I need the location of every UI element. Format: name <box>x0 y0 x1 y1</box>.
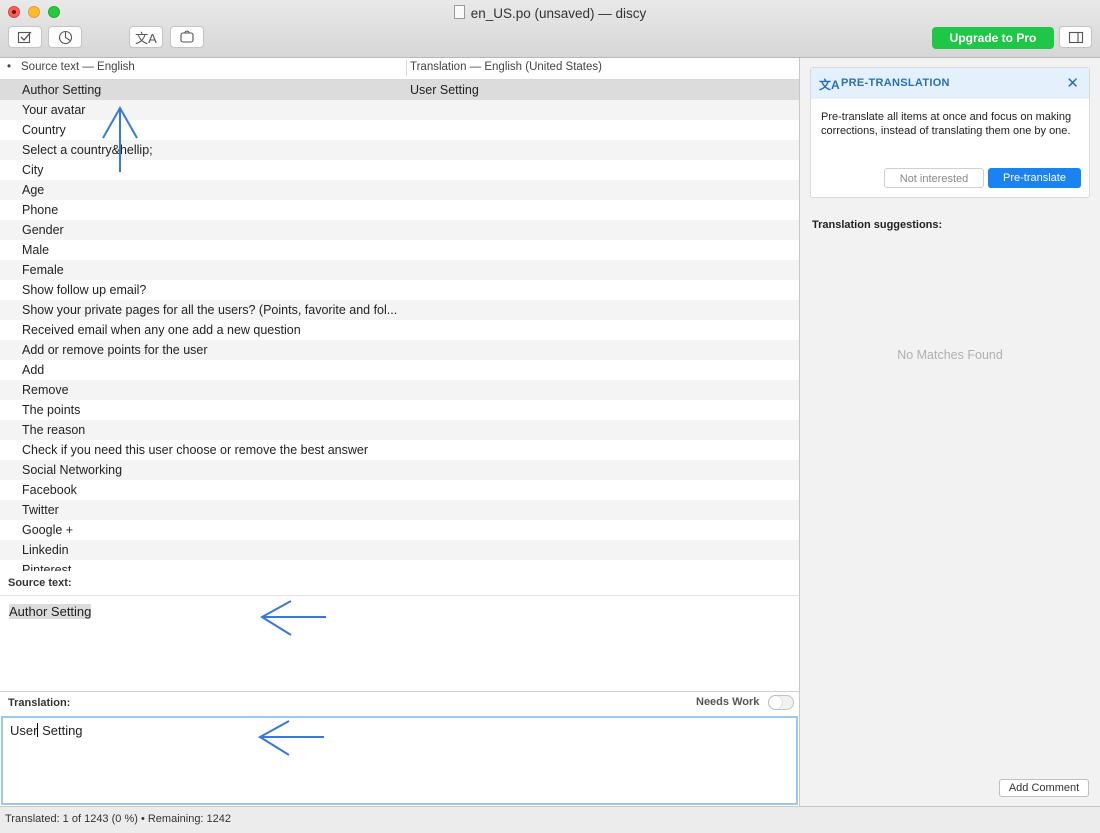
pretranslate-button[interactable]: Pre-translate <box>988 168 1081 188</box>
pretranslation-header: 文A PRE-TRANSLATION ✕ <box>811 68 1089 99</box>
table-row[interactable]: Social Networking <box>0 460 799 480</box>
needs-work-label: Needs Work <box>696 696 760 708</box>
translation-suggestions-label: Translation suggestions: <box>812 219 943 231</box>
translation-text: User Setting <box>10 723 83 738</box>
column-divider[interactable] <box>406 60 407 76</box>
add-comment-button[interactable]: Add Comment <box>999 779 1089 797</box>
source-cell: Add or remove points for the user <box>22 343 208 357</box>
source-cell: Remove <box>22 383 69 397</box>
table-row[interactable]: Linkedin <box>0 540 799 560</box>
pretranslate-icon: 文A <box>135 30 157 46</box>
table-row[interactable]: Add <box>0 360 799 380</box>
statistics-icon <box>58 30 72 44</box>
source-cell: Select a country&hellip; <box>22 143 153 157</box>
source-cell: Show your private pages for all the user… <box>22 303 398 317</box>
source-cell: Add <box>22 363 45 377</box>
validate-icon <box>17 31 32 44</box>
source-text-box: Author Setting <box>0 595 799 692</box>
upgrade-button[interactable]: Upgrade to Pro <box>932 27 1054 49</box>
table-row[interactable]: Gender <box>0 220 799 240</box>
sidebar: 文A PRE-TRANSLATION ✕ Pre-translate all i… <box>800 58 1100 806</box>
source-cell: City <box>22 163 44 177</box>
source-cell: Facebook <box>22 483 77 497</box>
source-cell: Gender <box>22 223 64 237</box>
window-title: en_US.po (unsaved) — discy <box>0 5 1100 21</box>
table-row[interactable]: Show your private pages for all the user… <box>0 300 799 320</box>
table-row[interactable]: Age <box>0 180 799 200</box>
source-cell: Check if you need this user choose or re… <box>22 443 369 457</box>
table-row[interactable]: Twitter <box>0 500 799 520</box>
source-cell: The reason <box>22 423 86 437</box>
pretranslate-toolbar-button[interactable]: 文A <box>129 26 163 48</box>
table-row[interactable]: Received email when any one add a new qu… <box>0 320 799 340</box>
source-cell: Age <box>22 183 45 197</box>
table-row[interactable]: Check if you need this user choose or re… <box>0 440 799 460</box>
table-header: • Source text — English Translation — En… <box>0 58 799 80</box>
source-cell: Country <box>22 123 66 137</box>
table-row[interactable]: Pinterest <box>0 560 799 571</box>
up-arrow-annotation <box>102 105 138 172</box>
source-cell: Twitter <box>22 503 59 517</box>
left-arrow-annotation-source <box>260 600 326 636</box>
needs-work-toggle[interactable] <box>768 695 794 710</box>
translation-label: Translation: <box>8 697 71 709</box>
source-cell: Author Setting <box>22 83 102 97</box>
toggle-knob <box>769 696 782 709</box>
source-cell: Google + <box>22 523 74 537</box>
table-row[interactable]: The reason <box>0 420 799 440</box>
table-row[interactable]: Author Setting User Setting <box>0 80 799 100</box>
close-icon[interactable]: ✕ <box>1066 74 1079 92</box>
source-cell: Social Networking <box>22 463 123 477</box>
statistics-button[interactable] <box>48 26 82 48</box>
source-cell: Pinterest <box>22 563 72 571</box>
source-cell: Phone <box>22 203 59 217</box>
left-arrow-annotation-translation <box>258 720 324 756</box>
table-row[interactable]: Show follow up email? <box>0 280 799 300</box>
code-button[interactable] <box>170 26 204 48</box>
translation-input[interactable]: User Setting <box>1 716 798 805</box>
table-row[interactable]: Remove <box>0 380 799 400</box>
source-column-header[interactable]: Source text — English <box>21 61 135 73</box>
table-row[interactable]: Google + <box>0 520 799 540</box>
translation-progress-text: Translated: 1 of 1243 (0 %) • Remaining:… <box>5 813 232 825</box>
source-cell: Show follow up email? <box>22 283 147 297</box>
pretranslation-card: 文A PRE-TRANSLATION ✕ Pre-translate all i… <box>810 67 1090 198</box>
table-row[interactable]: The points <box>0 400 799 420</box>
code-icon <box>180 30 194 43</box>
title-bar: en_US.po (unsaved) — discy 文A Upgrade to… <box>0 0 1100 58</box>
status-bar: Translated: 1 of 1243 (0 %) • Remaining:… <box>0 806 1100 833</box>
header-dot: • <box>7 61 12 73</box>
table-row[interactable]: Male <box>0 240 799 260</box>
source-cell: Received email when any one add a new qu… <box>22 323 301 337</box>
source-cell: Your avatar <box>22 103 86 117</box>
sidebar-toggle-button[interactable] <box>1059 26 1092 48</box>
validate-button[interactable] <box>8 26 42 48</box>
table-row[interactable]: Female <box>0 260 799 280</box>
window-title-text: en_US.po (unsaved) — discy <box>470 6 647 21</box>
source-text-value: Author Setting <box>9 604 92 619</box>
source-cell: Male <box>22 243 50 257</box>
translation-column-header[interactable]: Translation — English (United States) <box>410 61 602 73</box>
translation-cell: User Setting <box>410 83 479 97</box>
table-row[interactable]: Phone <box>0 200 799 220</box>
translation-text-before-caret: User <box>10 723 38 738</box>
not-interested-button[interactable]: Not interested <box>884 168 984 188</box>
table-row[interactable]: Facebook <box>0 480 799 500</box>
document-icon <box>453 5 465 19</box>
source-cell: The points <box>22 403 81 417</box>
source-cell: Female <box>22 263 64 277</box>
translation-text-after-caret: Setting <box>38 723 83 738</box>
translate-icon: 文A <box>819 78 840 92</box>
source-cell: Linkedin <box>22 543 69 557</box>
pretranslation-description: Pre-translate all items at once and focu… <box>821 111 1072 137</box>
pretranslation-title: PRE-TRANSLATION <box>841 77 950 89</box>
sidebar-toggle-icon <box>1068 31 1083 43</box>
no-matches-text: No Matches Found <box>897 348 1003 362</box>
table-row[interactable]: Add or remove points for the user <box>0 340 799 360</box>
source-text-label: Source text: <box>8 577 72 589</box>
